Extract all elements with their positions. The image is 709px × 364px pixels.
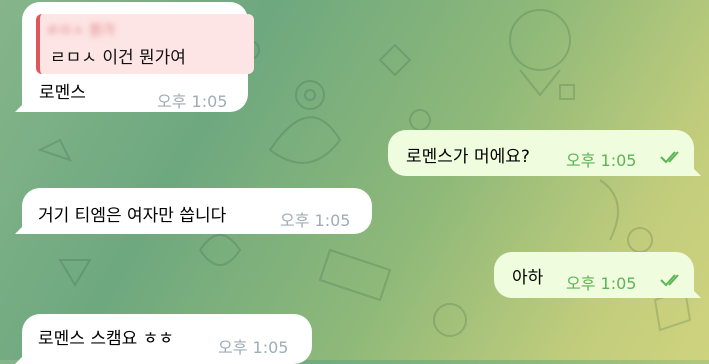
reply-quote[interactable]: ㄹㅁㅅ 뭔가 ㄹㅁㅅ 이건 뭔가여	[36, 14, 254, 74]
reply-sender-name: ㄹㅁㅅ 뭔가	[46, 23, 115, 39]
reply-text: ㄹㅁㅅ 이건 뭔가여	[50, 48, 186, 68]
message-text: 로멘스	[39, 83, 86, 103]
message-time: 오후 1:05	[218, 338, 289, 357]
outgoing-message[interactable]: 아하 오후 1:05	[494, 252, 701, 298]
outgoing-message[interactable]: 로멘스가 머에요? 오후 1:05	[388, 130, 701, 176]
message-time: 오후 1:05	[566, 151, 637, 170]
message-time: 오후 1:05	[280, 211, 351, 230]
message-text: 거기 티엠은 여자만 씁니다	[38, 206, 227, 226]
message-time: 오후 1:05	[157, 92, 228, 111]
incoming-message[interactable]: 거기 티엠은 여자만 씁니다 오후 1:05	[15, 188, 372, 234]
message-text: 로멘스가 머에요?	[406, 147, 530, 167]
incoming-message[interactable]: 로멘스 스캠요 ㅎㅎ 오후 1:05	[15, 314, 312, 364]
double-check-icon	[660, 274, 679, 287]
message-text: 로멘스 스캠요 ㅎㅎ	[38, 329, 174, 349]
double-check-icon	[660, 151, 679, 164]
incoming-message[interactable]: ㄹㅁㅅ 뭔가 ㄹㅁㅅ 이건 뭔가여 로멘스 오후 1:05	[15, 2, 254, 112]
message-text: 아하	[512, 268, 544, 288]
message-time: 오후 1:05	[566, 274, 637, 293]
